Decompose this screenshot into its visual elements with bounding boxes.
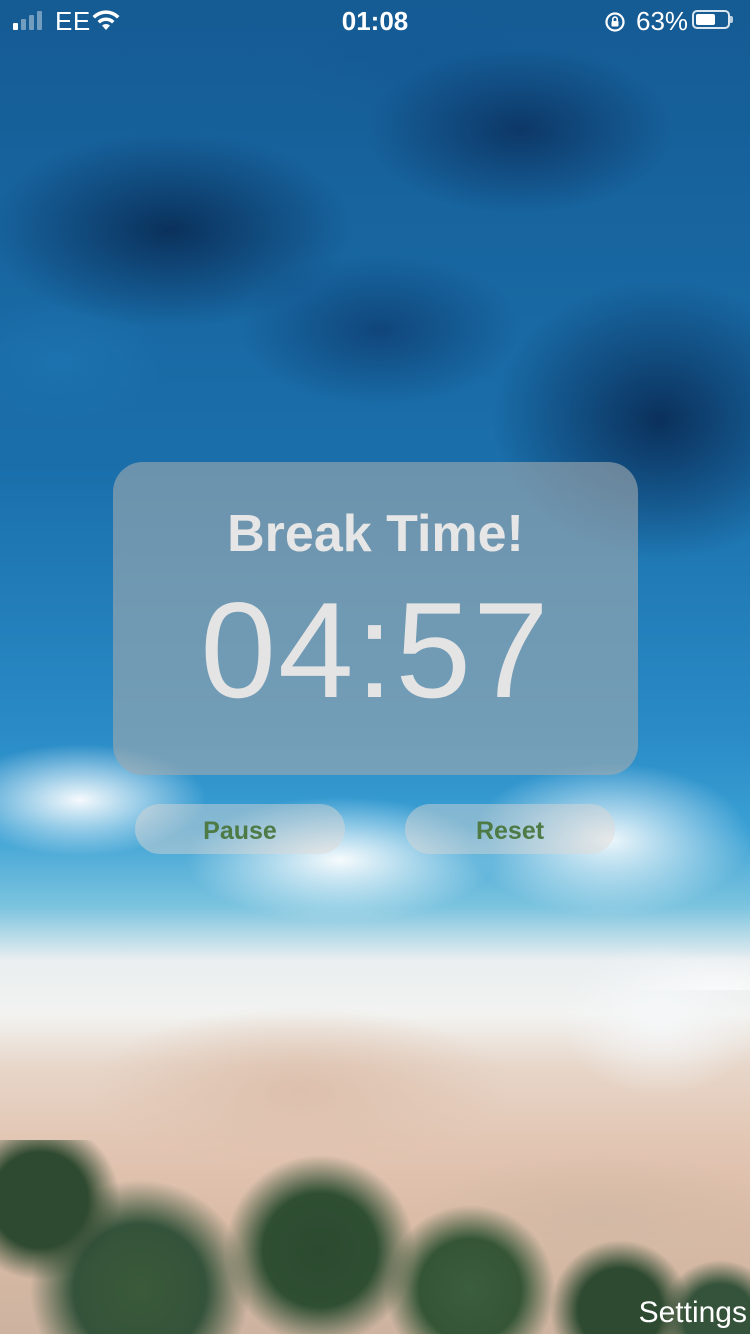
battery-level-fill xyxy=(696,14,715,25)
rotation-lock-icon xyxy=(604,9,626,40)
wallpaper-trees xyxy=(0,1140,750,1334)
battery-percentage: 63% xyxy=(636,6,689,36)
app-screen: EE 01:08 63% Break Time! 04:57 Pause Res… xyxy=(0,0,750,1334)
battery-icon xyxy=(692,10,733,29)
reset-button[interactable]: Reset xyxy=(405,804,615,854)
timer-title: Break Time! xyxy=(227,505,524,563)
pause-button[interactable]: Pause xyxy=(135,804,345,854)
status-bar: EE 01:08 63% xyxy=(0,0,750,40)
settings-link[interactable]: Settings xyxy=(639,1296,747,1330)
countdown-display: 04:57 xyxy=(200,574,551,726)
timer-card: Break Time! 04:57 xyxy=(113,462,638,775)
